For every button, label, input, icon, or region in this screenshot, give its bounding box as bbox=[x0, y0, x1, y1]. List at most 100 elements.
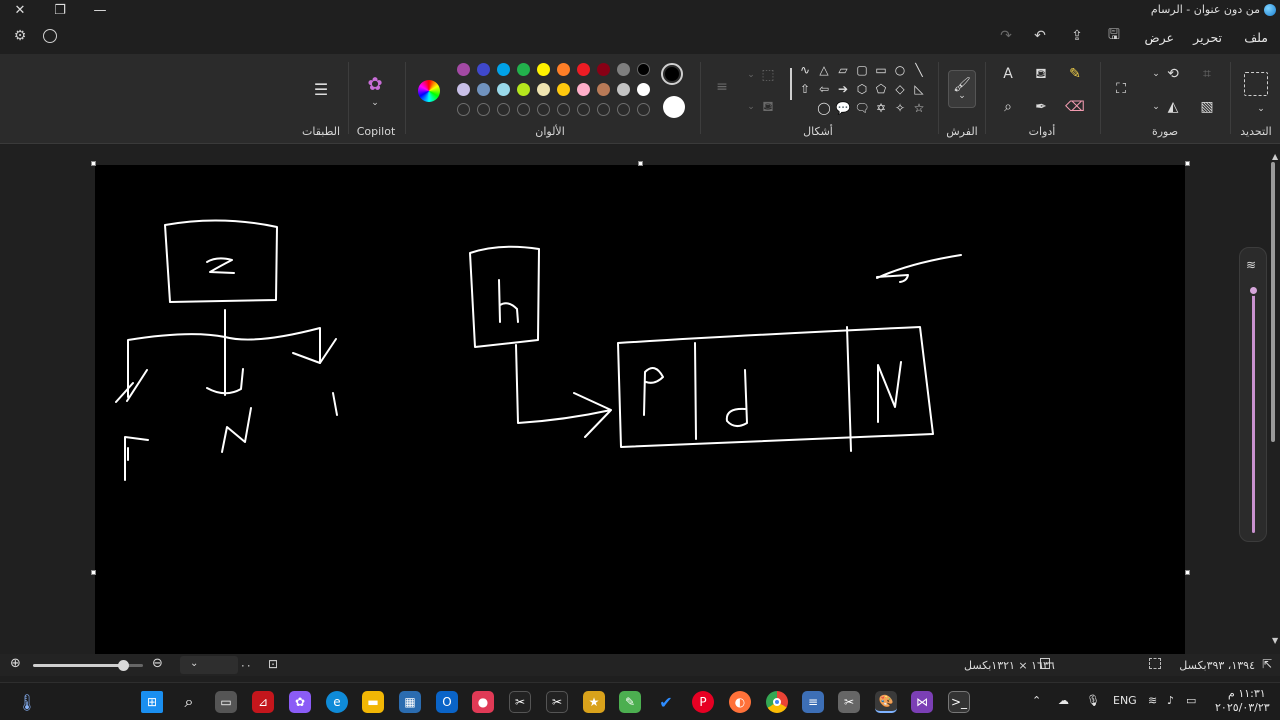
brush-size-thumb[interactable] bbox=[1248, 285, 1259, 296]
resize-handle[interactable] bbox=[638, 161, 643, 166]
chevron-down-icon[interactable]: ⌄ bbox=[1145, 96, 1167, 118]
custom-color-slot[interactable] bbox=[497, 103, 510, 116]
brush-size-track[interactable] bbox=[1252, 288, 1255, 533]
color-swatch[interactable] bbox=[577, 83, 590, 96]
search-icon[interactable]: ⌕ bbox=[178, 691, 200, 713]
badge-app-icon[interactable]: ★ bbox=[583, 691, 605, 713]
color-picker-icon[interactable]: ✒ bbox=[1030, 96, 1052, 118]
shape-option[interactable]: ╲ bbox=[910, 61, 928, 79]
chrome-icon[interactable] bbox=[766, 691, 788, 713]
color-swatch[interactable] bbox=[477, 83, 490, 96]
chevron-down-icon[interactable]: ⌄ bbox=[1250, 98, 1272, 120]
shape-option[interactable]: ⬠ bbox=[872, 80, 890, 98]
save-icon[interactable]: 🖫 bbox=[1104, 26, 1124, 46]
color-swatch[interactable] bbox=[557, 83, 570, 96]
edit-colors-icon[interactable] bbox=[418, 80, 440, 102]
drawing-app-icon[interactable]: ✎ bbox=[619, 691, 641, 713]
primary-color-swatch[interactable] bbox=[661, 63, 683, 85]
shape-option[interactable]: ∿ bbox=[796, 61, 814, 79]
drawing-canvas[interactable] bbox=[95, 165, 1185, 654]
chevron-down-icon[interactable]: ⌄ bbox=[740, 64, 762, 86]
store-icon[interactable]: ▦ bbox=[399, 691, 421, 713]
menu-file[interactable]: ملف bbox=[1244, 30, 1268, 45]
pinterest-icon[interactable]: P bbox=[692, 691, 714, 713]
undo-icon[interactable]: ↶ bbox=[1030, 26, 1050, 46]
custom-color-slot[interactable] bbox=[477, 103, 490, 116]
thermometer-icon[interactable]: 🌡 bbox=[16, 691, 38, 713]
shape-option[interactable]: 💬 bbox=[834, 99, 852, 117]
copilot-taskbar-icon[interactable]: ✿ bbox=[289, 691, 311, 713]
custom-color-slot[interactable] bbox=[597, 103, 610, 116]
shape-option[interactable]: ⇧ bbox=[796, 80, 814, 98]
custom-color-slot[interactable] bbox=[637, 103, 650, 116]
file-explorer-icon[interactable]: ▬ bbox=[362, 691, 384, 713]
color-swatch[interactable] bbox=[637, 83, 650, 96]
color-swatch[interactable] bbox=[557, 63, 570, 76]
share-icon[interactable]: ⇪ bbox=[1067, 26, 1087, 46]
firefox-icon[interactable]: ◐ bbox=[729, 691, 751, 713]
color-swatch[interactable] bbox=[577, 63, 590, 76]
resize-icon[interactable]: ▧ bbox=[1196, 96, 1218, 118]
zoom-dropdown[interactable]: ⌄ bbox=[180, 656, 238, 674]
shape-option[interactable]: ➔ bbox=[834, 80, 852, 98]
text-icon[interactable]: A bbox=[997, 63, 1019, 85]
custom-color-slot[interactable] bbox=[557, 103, 570, 116]
color-swatch[interactable] bbox=[537, 83, 550, 96]
shape-option[interactable]: ✧ bbox=[891, 99, 909, 117]
clock-time[interactable]: ١١:٣١ م bbox=[1228, 687, 1266, 700]
secondary-color-swatch[interactable] bbox=[663, 96, 685, 118]
eraser-icon[interactable]: ⌫ bbox=[1064, 96, 1086, 118]
media-app-icon[interactable]: ● bbox=[472, 691, 494, 713]
outlook-icon[interactable]: O bbox=[436, 691, 458, 713]
color-swatch[interactable] bbox=[537, 63, 550, 76]
maximize-icon[interactable]: ❐ bbox=[40, 0, 80, 20]
resize-handle[interactable] bbox=[1185, 570, 1190, 575]
shape-option[interactable]: ☆ bbox=[910, 99, 928, 117]
minimize-icon[interactable]: — bbox=[80, 0, 120, 20]
pencil-icon[interactable]: ✎ bbox=[1064, 63, 1086, 85]
visual-studio-icon[interactable]: ⋈ bbox=[911, 691, 933, 713]
chevron-down-icon[interactable]: ⌄ bbox=[1145, 63, 1167, 85]
microphone-icon[interactable]: 🎙 bbox=[1086, 694, 1100, 707]
custom-color-slot[interactable] bbox=[457, 103, 470, 116]
redo-icon[interactable]: ↷ bbox=[996, 26, 1016, 46]
network-app-icon[interactable]: ☁ bbox=[1058, 694, 1069, 707]
task-view-icon[interactable]: ▭ bbox=[215, 691, 237, 713]
shape-option[interactable]: ⇦ bbox=[815, 80, 833, 98]
vertical-scrollbar[interactable]: ▲ ▼ bbox=[1268, 150, 1280, 650]
layers-icon[interactable]: ☰ bbox=[310, 79, 332, 101]
resize-handle[interactable] bbox=[91, 161, 96, 166]
edge-icon[interactable]: e bbox=[326, 691, 348, 713]
color-swatch[interactable] bbox=[517, 63, 530, 76]
settings-icon[interactable]: ⚙ bbox=[10, 26, 30, 46]
zoom-slider-thumb[interactable] bbox=[118, 660, 129, 671]
selection-icon[interactable] bbox=[1244, 72, 1268, 96]
language-indicator[interactable]: ENG bbox=[1113, 694, 1137, 707]
shape-option[interactable]: ◇ bbox=[891, 80, 909, 98]
menu-edit[interactable]: تحرير bbox=[1193, 30, 1222, 45]
pdf-app-icon[interactable]: ⊿ bbox=[252, 691, 274, 713]
shape-option[interactable]: ▭ bbox=[872, 61, 890, 79]
chevron-up-icon[interactable]: ⌃ bbox=[1032, 694, 1041, 707]
zoom-in-icon[interactable]: ⊕ bbox=[10, 656, 21, 671]
menu-view[interactable]: عرض bbox=[1145, 30, 1174, 45]
color-swatch[interactable] bbox=[637, 63, 650, 76]
custom-color-slot[interactable] bbox=[517, 103, 530, 116]
color-swatch[interactable] bbox=[457, 83, 470, 96]
clock-date[interactable]: ٢٠٢٥/٠٣/٢٣ bbox=[1215, 701, 1270, 714]
custom-color-slot[interactable] bbox=[537, 103, 550, 116]
resize-handle[interactable] bbox=[1185, 161, 1190, 166]
chevron-down-icon[interactable]: ⌄ bbox=[740, 96, 762, 118]
terminal-icon[interactable]: >_ bbox=[948, 691, 970, 713]
crop-icon[interactable]: ⌗ bbox=[1196, 63, 1218, 85]
snipping-tool-icon[interactable]: ✂ bbox=[838, 691, 860, 713]
color-swatch[interactable] bbox=[477, 63, 490, 76]
color-swatch[interactable] bbox=[597, 83, 610, 96]
todo-icon[interactable]: ✔ bbox=[655, 691, 677, 713]
paint-taskbar-icon[interactable]: 🎨 bbox=[875, 691, 897, 713]
color-swatch[interactable] bbox=[617, 63, 630, 76]
volume-icon[interactable]: ♪ bbox=[1167, 694, 1174, 707]
wifi-icon[interactable]: ≋ bbox=[1148, 694, 1157, 707]
zoom-out-icon[interactable]: ⊖ bbox=[152, 656, 163, 671]
shape-option[interactable]: ▱ bbox=[834, 61, 852, 79]
